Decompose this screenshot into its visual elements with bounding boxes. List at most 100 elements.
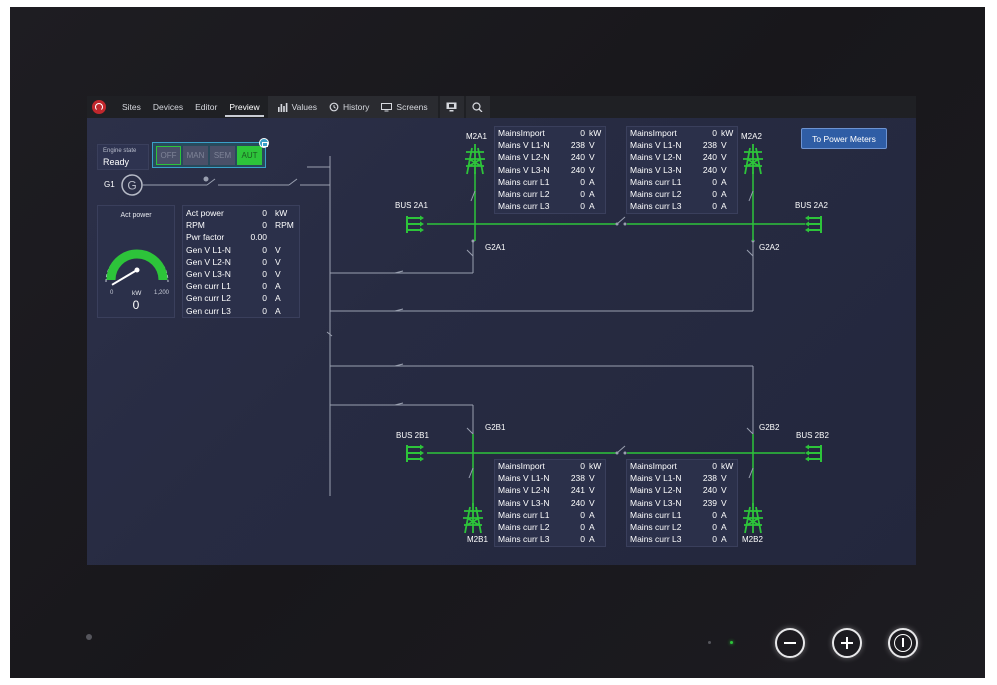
- mains-value-row: MainsImport 0 kW: [495, 460, 605, 472]
- status-led-off: [708, 641, 711, 644]
- mains-value-unit: A: [589, 509, 595, 520]
- bus-2a1-icon: [406, 215, 424, 233]
- m2b2-label: M2B2: [742, 535, 763, 544]
- gauge-arc: [106, 249, 168, 281]
- mode-man-button[interactable]: MAN: [183, 145, 208, 165]
- mains-value-row: Mains curr L3 0 A: [495, 200, 605, 212]
- generator-label: G1: [104, 180, 115, 189]
- engine-state-panel: Engine state Ready: [97, 144, 149, 170]
- mains-value-unit: V: [721, 485, 727, 496]
- mains-value-unit: V: [721, 140, 727, 151]
- mode-sem-button[interactable]: SEM: [210, 145, 235, 165]
- gen-value-row: Gen V L3-N 0 V: [183, 268, 299, 280]
- gen-value-label: Gen V L1-N: [186, 244, 231, 255]
- gen-value-label: Gen curr L1: [186, 281, 231, 292]
- bus-2a1-label: BUS 2A1: [395, 201, 428, 210]
- mains-value: 241: [570, 485, 585, 496]
- bus-2b2-label: BUS 2B2: [796, 431, 829, 440]
- gen-value-label: Pwr factor: [186, 232, 225, 243]
- mains-value-unit: A: [721, 176, 727, 187]
- bus-b-tie-breaker: [616, 445, 626, 454]
- mains-value-row: Mains curr L1 0 A: [627, 509, 737, 521]
- mains-value-row: Mains curr L1 0 A: [495, 176, 605, 188]
- gen-value-row: Gen curr L1 0 A: [183, 280, 299, 292]
- mains-value-label: Mains V L3-N: [498, 497, 550, 508]
- mains-value-label: Mains curr L2: [498, 188, 550, 199]
- mains-value-label: Mains V L3-N: [498, 164, 550, 175]
- mains-value: 0: [580, 521, 585, 532]
- mains-value-row: Mains curr L3 0 A: [627, 200, 737, 212]
- mains-value: 238: [702, 473, 717, 484]
- mains-value-label: Mains V L2-N: [498, 485, 550, 496]
- mains-value-label: Mains curr L3: [630, 201, 682, 212]
- bus-2b1-icon: [406, 444, 424, 462]
- mains-value-row: Mains V L2-N 241 V: [495, 484, 605, 496]
- mains-value-row: Mains curr L1 0 A: [627, 176, 737, 188]
- g2b2-breaker: [746, 427, 754, 435]
- mains-value-unit: V: [589, 164, 595, 175]
- gauge-dial: [105, 249, 169, 286]
- mains-value-label: Mains curr L1: [498, 509, 550, 520]
- mains-m2a2-table: MainsImport 0 kW Mains V L1-N 238 V Mains V L2…: [626, 126, 738, 214]
- mains-value-row: Mains V L1-N 238 V: [495, 139, 605, 151]
- mains-value-label: MainsImport: [498, 461, 545, 471]
- mains-value-label: Mains curr L3: [498, 201, 550, 212]
- mains-value-row: MainsImport 0 kW: [495, 127, 605, 139]
- mains-value: 240: [702, 152, 717, 163]
- generator-values-table: Act power 0 kW RPM 0 RPM Pwr factor 0.00 Gen V L…: [182, 205, 300, 318]
- mains-value: 0: [712, 509, 717, 520]
- bus-a-tie-breaker: [616, 216, 626, 225]
- mains-value-label: Mains curr L3: [498, 534, 550, 545]
- mode-off-button[interactable]: OFF: [156, 145, 181, 165]
- mains-value-row: Mains curr L1 0 A: [495, 509, 605, 521]
- gen-value-row: Act power 0 kW: [183, 207, 299, 219]
- mains-value-label: Mains curr L2: [498, 521, 550, 532]
- mains-value-unit: V: [721, 164, 727, 175]
- pylon-m2a2-icon: [743, 144, 763, 175]
- mains-value-unit: A: [721, 534, 727, 545]
- zoom-out-button[interactable]: [775, 628, 805, 658]
- mains-value-label: MainsImport: [630, 461, 677, 471]
- mains-value: 0: [712, 188, 717, 199]
- mains-value-row: Mains V L3-N 240 V: [495, 497, 605, 509]
- g1-breaker-2: [288, 178, 298, 186]
- mains-value-row: Mains V L2-N 240 V: [627, 151, 737, 163]
- power-button[interactable]: [888, 628, 918, 658]
- bus-2a2-label: BUS 2A2: [795, 201, 828, 210]
- mains-value-unit: A: [721, 509, 727, 520]
- mains-value: 0: [580, 176, 585, 187]
- mains-value-label: Mains V L1-N: [498, 473, 550, 484]
- gen-value-label: Act power: [186, 208, 224, 218]
- mains-value: 0: [580, 128, 585, 138]
- mains-value-label: Mains V L2-N: [630, 485, 682, 496]
- gen-value-unit: A: [275, 293, 281, 304]
- gen-value-unit: V: [275, 256, 281, 267]
- pylon-m2a1-icon: [465, 144, 485, 175]
- gauge-max: 1,200: [154, 290, 170, 296]
- mains-value-label: Mains V L1-N: [630, 473, 682, 484]
- mains-value: 240: [702, 485, 717, 496]
- mains-m2b2-table: MainsImport 0 kW Mains V L1-N 238 V Mains V L2…: [626, 459, 738, 547]
- mode-aut-button[interactable]: AUT: [237, 145, 262, 165]
- gen-value-unit: A: [275, 281, 281, 292]
- mains-value: 240: [570, 497, 585, 508]
- mains-value-label: MainsImport: [630, 128, 677, 138]
- mains-value: 239: [702, 497, 717, 508]
- mains-value-row: Mains V L2-N 240 V: [627, 484, 737, 496]
- mains-value-label: Mains V L2-N: [630, 152, 682, 163]
- mains-value: 0: [580, 201, 585, 212]
- mains-value-unit: kW: [589, 128, 602, 138]
- zoom-in-button[interactable]: [832, 628, 862, 658]
- mains-value-row: Mains V L3-N 240 V: [495, 164, 605, 176]
- to-power-meters-button[interactable]: To Power Meters: [801, 128, 887, 149]
- power-icon: [894, 634, 912, 652]
- mains-value: 238: [702, 140, 717, 151]
- m2a2-label: M2A2: [741, 132, 762, 141]
- bus-2b2-icon: [805, 444, 822, 462]
- gauge-title: Act power: [120, 212, 152, 219]
- mains-value-unit: V: [721, 497, 727, 508]
- mains-value-unit: A: [589, 534, 595, 545]
- gen-value-unit: V: [275, 268, 281, 279]
- mains-value: 0: [580, 534, 585, 545]
- mains-value-label: Mains curr L2: [630, 188, 682, 199]
